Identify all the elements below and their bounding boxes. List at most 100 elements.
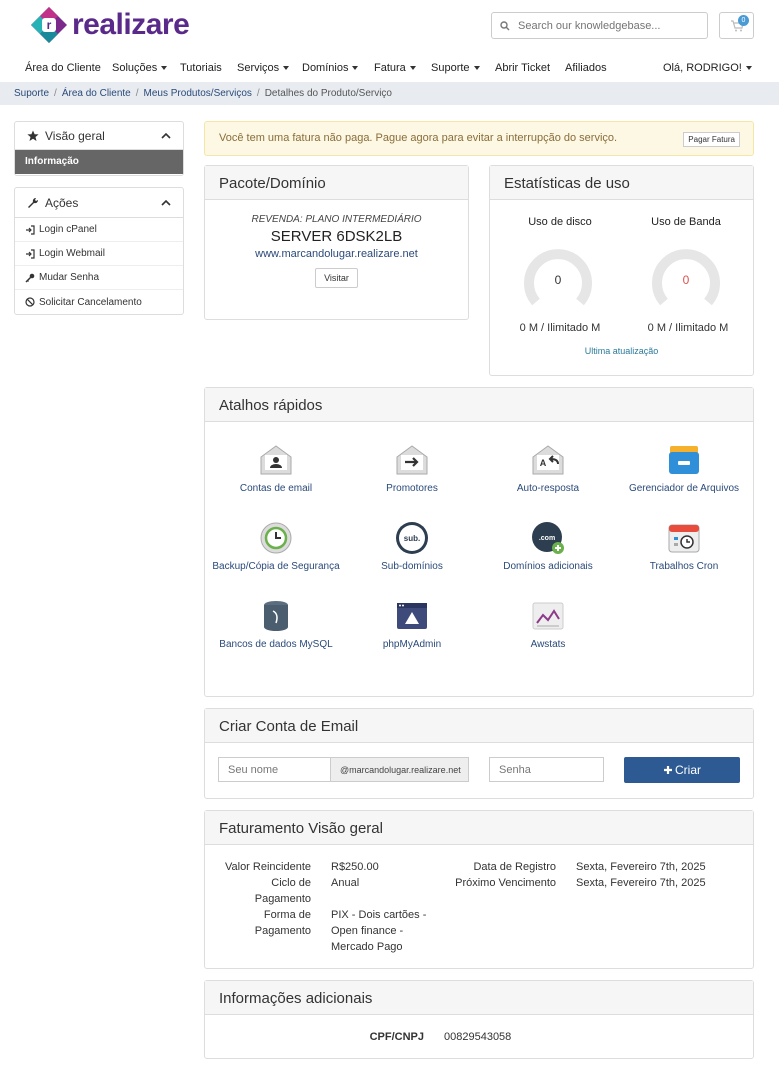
shortcut-backup[interactable]: Backup/Cópia de Segurança <box>211 521 341 572</box>
realizare-logo-icon: r <box>31 7 67 43</box>
visit-site-button[interactable]: Visitar <box>315 268 358 288</box>
backup-icon <box>260 522 292 554</box>
unpaid-invoice-alert: Você tem uma fatura não paga. Pague agor… <box>204 121 754 156</box>
package-server: SERVER 6DSK2LB <box>270 228 403 245</box>
nav-user-menu[interactable]: Olá, RODRIGO! <box>663 62 752 74</box>
wrench-icon <box>28 197 39 208</box>
sidebar-actions-panel: Ações Login cPanel Login Webmail Mudar S… <box>14 187 184 315</box>
billing-label-recurring: Valor Reincidente <box>224 861 311 873</box>
email-domain-suffix: @marcandolugar.realizare.net <box>330 757 469 782</box>
shortcut-autoresponder[interactable]: A Auto-resposta <box>483 443 613 494</box>
phpmyadmin-icon <box>397 603 427 629</box>
billing-value-cycle: Anual <box>331 877 360 889</box>
shortcut-cron-jobs[interactable]: Trabalhos Cron <box>619 521 749 572</box>
billing-label-cycle: Ciclo de Pagamento <box>254 877 311 905</box>
cpf-cnpj-label: CPF/CNPJ <box>369 1031 424 1043</box>
sidebar-item-login-webmail[interactable]: Login Webmail <box>15 242 183 266</box>
usage-last-updated: Ultima atualização <box>584 346 659 356</box>
forwarders-icon <box>396 445 428 475</box>
brand-logo[interactable]: r realizare <box>30 6 190 44</box>
addon-domains-icon: .com <box>532 522 564 554</box>
shortcut-mysql[interactable]: Bancos de dados MySQL <box>211 599 341 650</box>
nav-domains[interactable]: Domínios <box>302 62 359 74</box>
shortcut-subdomains[interactable]: sub. Sub-domínios <box>347 521 477 572</box>
create-email-button[interactable]: Criar <box>624 757 740 783</box>
disk-usage-gauge: 0 <box>524 249 592 306</box>
cart-count-badge: 0 <box>738 15 749 26</box>
breadcrumb-support[interactable]: Suporte <box>14 88 49 99</box>
caret-down-icon <box>473 66 480 71</box>
billing-value-registration: Sexta, Fevereiro 7th, 2025 <box>576 861 706 873</box>
sidebar-overview-panel: Visão geral Informação <box>14 121 184 176</box>
shortcut-addon-domains[interactable]: .com Domínios adicionais <box>483 521 613 572</box>
key-icon <box>25 273 35 283</box>
sidebar-item-request-cancellation[interactable]: Solicitar Cancelamento <box>15 290 183 314</box>
nav-support[interactable]: Suporte <box>431 62 480 74</box>
sign-in-icon <box>26 224 35 235</box>
email-name-input[interactable]: Seu nome <box>218 757 331 782</box>
email-password-input[interactable]: Senha <box>489 757 604 782</box>
usage-title: Estatísticas de uso <box>490 166 753 200</box>
search-input[interactable] <box>518 19 698 32</box>
package-title: Pacote/Domínio <box>205 166 468 200</box>
file-manager-icon <box>669 446 699 474</box>
svg-text:A: A <box>540 458 547 468</box>
ban-icon <box>25 297 35 307</box>
shortcut-phpmyadmin[interactable]: phpMyAdmin <box>347 599 477 650</box>
chevron-up-icon <box>161 199 171 206</box>
nav-tutorials[interactable]: Tutoriais <box>180 62 222 74</box>
shortcut-file-manager[interactable]: Gerenciador de Arquivos <box>619 443 749 494</box>
additional-info-title: Informações adicionais <box>205 981 753 1015</box>
package-panel: Pacote/Domínio REVENDA: PLANO INTERMEDIÁ… <box>204 165 469 320</box>
breadcrumb-current: Detalhes do Produto/Serviço <box>264 88 392 99</box>
nav-services[interactable]: Serviços <box>237 62 290 74</box>
billing-value-next-due: Sexta, Fevereiro 7th, 2025 <box>576 877 706 889</box>
bandwidth-usage-label: Uso de Banda <box>651 216 721 228</box>
pay-invoice-button[interactable]: Pagar Fatura <box>683 132 740 147</box>
nav-solutions[interactable]: Soluções <box>112 62 168 74</box>
cart-button[interactable]: 0 <box>719 12 754 39</box>
nav-open-ticket[interactable]: Abrir Ticket <box>495 62 550 74</box>
billing-value-recurring: R$250.00 <box>331 861 379 873</box>
plus-icon <box>664 766 672 774</box>
svg-text:sub.: sub. <box>404 534 420 543</box>
sidebar-item-information[interactable]: Informação <box>15 150 183 174</box>
cpf-cnpj-value: 00829543058 <box>444 1031 512 1043</box>
shortcut-forwarders[interactable]: Promotores <box>347 443 477 494</box>
star-icon <box>27 130 39 141</box>
bandwidth-usage-gauge: 0 <box>652 249 720 306</box>
breadcrumb-client-area[interactable]: Área do Cliente <box>62 88 131 99</box>
nav-affiliates[interactable]: Afiliados <box>565 62 607 74</box>
site-header: r realizare 0 Área do Cliente Soluções T… <box>0 0 779 82</box>
nav-billing[interactable]: Fatura <box>374 62 416 74</box>
sidebar-item-change-password[interactable]: Mudar Senha <box>15 266 183 290</box>
package-domain-link[interactable]: www.marcandolugar.realizare.net <box>205 248 468 260</box>
billing-label-registration: Data de Registro <box>473 861 556 873</box>
brand-name: realizare <box>72 8 190 41</box>
subdomains-icon: sub. <box>396 522 428 554</box>
create-email-panel: Criar Conta de Email <box>204 708 754 799</box>
create-email-title: Criar Conta de Email <box>205 709 753 743</box>
bandwidth-usage-value: 0 <box>683 273 690 287</box>
shortcut-email-accounts[interactable]: Contas de email <box>211 443 341 494</box>
knowledgebase-search[interactable] <box>491 12 708 39</box>
nav-client-area[interactable]: Área do Cliente <box>25 62 101 74</box>
sign-in-icon <box>26 248 35 259</box>
breadcrumb: Suporte / Área do Cliente / Meus Produtos/Se… <box>0 82 779 105</box>
breadcrumb-my-products[interactable]: Meus Produtos/Serviços <box>144 88 252 99</box>
chevron-up-icon <box>161 132 171 139</box>
caret-down-icon <box>161 66 168 71</box>
shortcut-awstats[interactable]: Awstats <box>483 599 613 650</box>
sidebar-overview-header[interactable]: Visão geral <box>15 122 183 150</box>
sidebar-item-login-cpanel[interactable]: Login cPanel <box>15 218 183 242</box>
sidebar-actions-header[interactable]: Ações <box>15 188 183 218</box>
main-nav: Área do Cliente Soluções Tutoriais Servi… <box>0 58 779 82</box>
search-icon <box>492 20 518 31</box>
mysql-icon <box>264 601 288 631</box>
billing-label-next-due: Próximo Vencimento <box>455 877 556 889</box>
disk-usage-label: Uso de disco <box>528 216 592 228</box>
caret-down-icon <box>745 66 752 71</box>
svg-text:.com: .com <box>539 535 555 542</box>
usage-stats-panel: Estatísticas de uso Uso de disco Uso de … <box>489 165 754 376</box>
additional-info-panel: Informações adicionais <box>204 980 754 1059</box>
